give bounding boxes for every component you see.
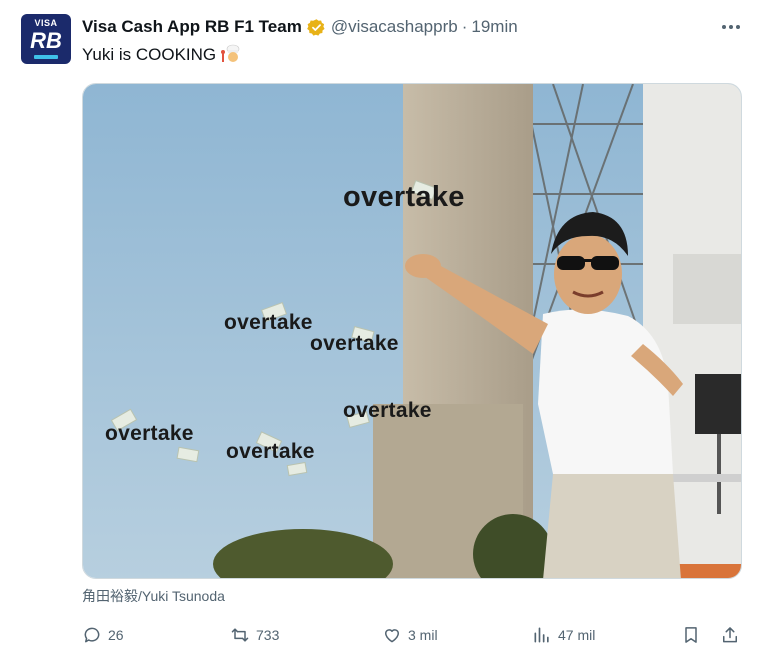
overtake-label: overtake (310, 332, 399, 355)
overtake-label: overtake (224, 311, 313, 334)
tweet-text-content: Yuki is COOKING (82, 45, 217, 64)
chef-emoji-icon (221, 44, 240, 62)
media-illustration (83, 84, 741, 578)
like-button[interactable]: 3 mil (382, 623, 438, 647)
tweet-timestamp[interactable]: 19min (471, 17, 517, 37)
avatar-stripe (34, 55, 58, 59)
overtake-label: overtake (343, 181, 465, 213)
repost-count: 733 (256, 627, 280, 643)
overtake-label: overtake (105, 422, 194, 445)
like-icon (385, 629, 399, 643)
verified-badge-icon[interactable] (306, 18, 326, 37)
tweet-media-image[interactable]: overtake overtake overtake overtake over… (82, 83, 742, 579)
reply-icon (84, 627, 100, 643)
tweet-header: Visa Cash App RB F1 Team @visacashapprb … (82, 16, 518, 38)
avatar[interactable]: VISA RB (21, 14, 71, 64)
author-name[interactable]: Visa Cash App RB F1 Team (82, 17, 302, 37)
reply-count: 26 (108, 627, 124, 643)
reply-button[interactable]: 26 (82, 623, 124, 647)
repost-icon (231, 628, 249, 642)
share-icon (723, 627, 737, 643)
avatar-brand-line2: RB (30, 28, 62, 53)
overtake-label: overtake (226, 440, 315, 463)
separator-dot: · (461, 17, 468, 36)
like-count: 3 mil (408, 627, 438, 643)
avatar-brand-line1: VISA (34, 18, 58, 28)
repost-button[interactable]: 733 (230, 623, 279, 647)
views-icon (534, 627, 549, 643)
tweet-action-bar: 26 733 3 mil 47 mil (82, 623, 742, 647)
bookmark-icon (685, 627, 697, 643)
more-icon[interactable] (719, 18, 743, 36)
views-count: 47 mil (558, 627, 596, 643)
author-handle[interactable]: @visacashapprb (331, 17, 458, 37)
share-button[interactable] (720, 623, 746, 647)
bookmark-button[interactable] (681, 623, 707, 647)
media-caption[interactable]: 角田裕毅/Yuki Tsunoda (82, 586, 225, 606)
views-button[interactable]: 47 mil (532, 623, 595, 647)
overtake-label: overtake (343, 399, 432, 422)
tweet-text: Yuki is COOKING (82, 44, 243, 65)
